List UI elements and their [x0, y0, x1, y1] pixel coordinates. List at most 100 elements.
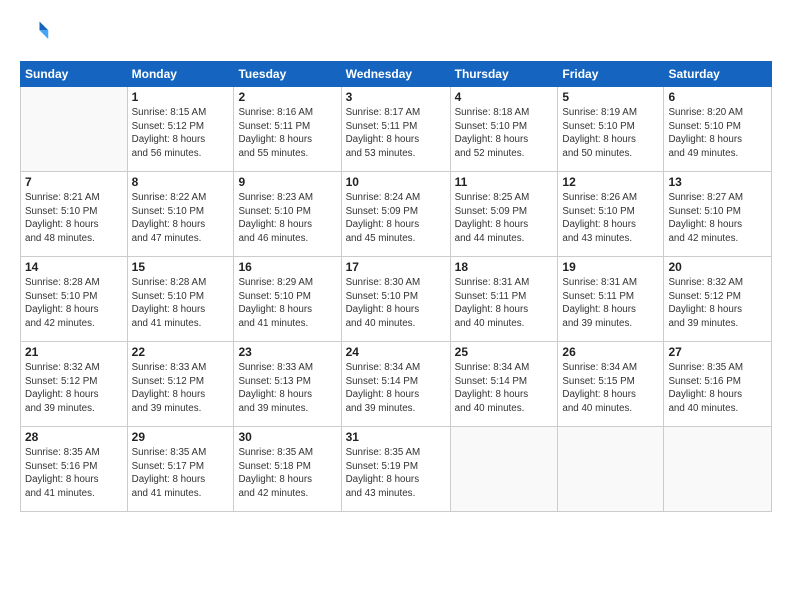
day-number: 16 [238, 260, 336, 274]
day-info: Sunrise: 8:29 AMSunset: 5:10 PMDaylight:… [238, 276, 336, 331]
calendar-cell: 30 Sunrise: 8:35 AMSunset: 5:18 PMDayligh… [234, 427, 341, 512]
calendar-cell: 2 Sunrise: 8:16 AMSunset: 5:11 PMDaylight… [234, 87, 341, 172]
calendar-cell: 3 Sunrise: 8:17 AMSunset: 5:11 PMDaylight… [341, 87, 450, 172]
calendar-week-5: 28 Sunrise: 8:35 AMSunset: 5:16 PMDayligh… [21, 427, 772, 512]
day-number: 7 [25, 175, 123, 189]
day-number: 5 [562, 90, 659, 104]
calendar-week-1: 1Sunrise: 8:15 AMSunset: 5:12 PMDaylight… [21, 87, 772, 172]
calendar-cell: 25 Sunrise: 8:34 AMSunset: 5:14 PMDayligh… [450, 342, 558, 427]
day-number: 15 [132, 260, 230, 274]
day-info: Sunrise: 8:35 AMSunset: 5:16 PMDaylight:… [25, 446, 123, 501]
day-info: Sunrise: 8:24 AMSunset: 5:09 PMDaylight:… [346, 191, 446, 246]
day-info: Sunrise: 8:31 AMSunset: 5:11 PMDaylight:… [455, 276, 554, 331]
day-info: Sunrise: 8:34 AMSunset: 5:14 PMDaylight:… [455, 361, 554, 416]
calendar-header-friday: Friday [558, 62, 664, 87]
calendar-cell: 23 Sunrise: 8:33 AMSunset: 5:13 PMDayligh… [234, 342, 341, 427]
calendar-week-2: 7Sunrise: 8:21 AMSunset: 5:10 PMDaylight… [21, 172, 772, 257]
day-number: 25 [455, 345, 554, 359]
calendar-cell: 15Sunrise: 8:28 AMSunset: 5:10 PMDayligh… [127, 257, 234, 342]
calendar-cell: 12 Sunrise: 8:26 AMSunset: 5:10 PMDayligh… [558, 172, 664, 257]
calendar-cell: 27 Sunrise: 8:35 AMSunset: 5:16 PMDayligh… [664, 342, 772, 427]
day-number: 13 [668, 175, 767, 189]
day-number: 31 [346, 430, 446, 444]
day-info: Sunrise: 8:18 AMSunset: 5:10 PMDaylight:… [455, 106, 554, 161]
calendar-header-thursday: Thursday [450, 62, 558, 87]
calendar-cell: 26 Sunrise: 8:34 AMSunset: 5:15 PMDayligh… [558, 342, 664, 427]
day-info: Sunrise: 8:25 AMSunset: 5:09 PMDaylight:… [455, 191, 554, 246]
day-number: 3 [346, 90, 446, 104]
page: SundayMondayTuesdayWednesdayThursdayFrid… [0, 0, 792, 612]
day-number: 21 [25, 345, 123, 359]
day-number: 18 [455, 260, 554, 274]
day-number: 6 [668, 90, 767, 104]
day-number: 9 [238, 175, 336, 189]
day-number: 11 [455, 175, 554, 189]
day-number: 29 [132, 430, 230, 444]
calendar-header-monday: Monday [127, 62, 234, 87]
calendar-cell: 16 Sunrise: 8:29 AMSunset: 5:10 PMDayligh… [234, 257, 341, 342]
day-number: 12 [562, 175, 659, 189]
calendar-cell: 29 Sunrise: 8:35 AMSunset: 5:17 PMDayligh… [127, 427, 234, 512]
logo-icon [22, 18, 50, 46]
day-number: 22 [132, 345, 230, 359]
calendar-cell: 9Sunrise: 8:23 AMSunset: 5:10 PMDaylight… [234, 172, 341, 257]
calendar-cell [450, 427, 558, 512]
calendar-cell: 10 Sunrise: 8:24 AMSunset: 5:09 PMDayligh… [341, 172, 450, 257]
calendar-cell: 13 Sunrise: 8:27 AMSunset: 5:10 PMDayligh… [664, 172, 772, 257]
day-info: Sunrise: 8:35 AMSunset: 5:19 PMDaylight:… [346, 446, 446, 501]
calendar-header-sunday: Sunday [21, 62, 128, 87]
day-number: 14 [25, 260, 123, 274]
calendar-cell: 22 Sunrise: 8:33 AMSunset: 5:12 PMDayligh… [127, 342, 234, 427]
calendar-cell: 11 Sunrise: 8:25 AMSunset: 5:09 PMDayligh… [450, 172, 558, 257]
day-info: Sunrise: 8:34 AMSunset: 5:15 PMDaylight:… [562, 361, 659, 416]
day-info: Sunrise: 8:35 AMSunset: 5:17 PMDaylight:… [132, 446, 230, 501]
day-info: Sunrise: 8:28 AMSunset: 5:10 PMDaylight:… [25, 276, 123, 331]
day-number: 10 [346, 175, 446, 189]
calendar-cell [558, 427, 664, 512]
day-number: 28 [25, 430, 123, 444]
day-info: Sunrise: 8:32 AMSunset: 5:12 PMDaylight:… [25, 361, 123, 416]
day-number: 4 [455, 90, 554, 104]
day-info: Sunrise: 8:35 AMSunset: 5:18 PMDaylight:… [238, 446, 336, 501]
calendar-cell: 1Sunrise: 8:15 AMSunset: 5:12 PMDaylight… [127, 87, 234, 172]
day-info: Sunrise: 8:31 AMSunset: 5:11 PMDaylight:… [562, 276, 659, 331]
day-info: Sunrise: 8:16 AMSunset: 5:11 PMDaylight:… [238, 106, 336, 161]
calendar-cell: 6 Sunrise: 8:20 AMSunset: 5:10 PMDaylight… [664, 87, 772, 172]
day-info: Sunrise: 8:34 AMSunset: 5:14 PMDaylight:… [346, 361, 446, 416]
calendar-week-4: 21 Sunrise: 8:32 AMSunset: 5:12 PMDayligh… [21, 342, 772, 427]
calendar-cell: 8 Sunrise: 8:22 AMSunset: 5:10 PMDaylight… [127, 172, 234, 257]
day-info: Sunrise: 8:22 AMSunset: 5:10 PMDaylight:… [132, 191, 230, 246]
day-info: Sunrise: 8:33 AMSunset: 5:12 PMDaylight:… [132, 361, 230, 416]
day-info: Sunrise: 8:32 AMSunset: 5:12 PMDaylight:… [668, 276, 767, 331]
day-number: 2 [238, 90, 336, 104]
calendar-cell: 19 Sunrise: 8:31 AMSunset: 5:11 PMDayligh… [558, 257, 664, 342]
calendar-cell: 31 Sunrise: 8:35 AMSunset: 5:19 PMDayligh… [341, 427, 450, 512]
calendar-header-wednesday: Wednesday [341, 62, 450, 87]
calendar-week-3: 14 Sunrise: 8:28 AMSunset: 5:10 PMDayligh… [21, 257, 772, 342]
day-info: Sunrise: 8:19 AMSunset: 5:10 PMDaylight:… [562, 106, 659, 161]
calendar-cell: 18 Sunrise: 8:31 AMSunset: 5:11 PMDayligh… [450, 257, 558, 342]
day-number: 17 [346, 260, 446, 274]
day-info: Sunrise: 8:30 AMSunset: 5:10 PMDaylight:… [346, 276, 446, 331]
calendar-cell: 20 Sunrise: 8:32 AMSunset: 5:12 PMDayligh… [664, 257, 772, 342]
day-number: 30 [238, 430, 336, 444]
day-number: 8 [132, 175, 230, 189]
day-info: Sunrise: 8:15 AMSunset: 5:12 PMDaylight:… [132, 106, 230, 161]
calendar-cell: 24Sunrise: 8:34 AMSunset: 5:14 PMDayligh… [341, 342, 450, 427]
day-number: 26 [562, 345, 659, 359]
calendar: SundayMondayTuesdayWednesdayThursdayFrid… [20, 61, 772, 512]
day-info: Sunrise: 8:27 AMSunset: 5:10 PMDaylight:… [668, 191, 767, 246]
calendar-cell [21, 87, 128, 172]
day-number: 19 [562, 260, 659, 274]
calendar-cell: 21 Sunrise: 8:32 AMSunset: 5:12 PMDayligh… [21, 342, 128, 427]
day-number: 27 [668, 345, 767, 359]
day-info: Sunrise: 8:35 AMSunset: 5:16 PMDaylight:… [668, 361, 767, 416]
day-info: Sunrise: 8:33 AMSunset: 5:13 PMDaylight:… [238, 361, 336, 416]
calendar-cell: 4 Sunrise: 8:18 AMSunset: 5:10 PMDaylight… [450, 87, 558, 172]
day-number: 20 [668, 260, 767, 274]
day-info: Sunrise: 8:17 AMSunset: 5:11 PMDaylight:… [346, 106, 446, 161]
day-info: Sunrise: 8:20 AMSunset: 5:10 PMDaylight:… [668, 106, 767, 161]
calendar-header-tuesday: Tuesday [234, 62, 341, 87]
day-info: Sunrise: 8:26 AMSunset: 5:10 PMDaylight:… [562, 191, 659, 246]
day-number: 23 [238, 345, 336, 359]
